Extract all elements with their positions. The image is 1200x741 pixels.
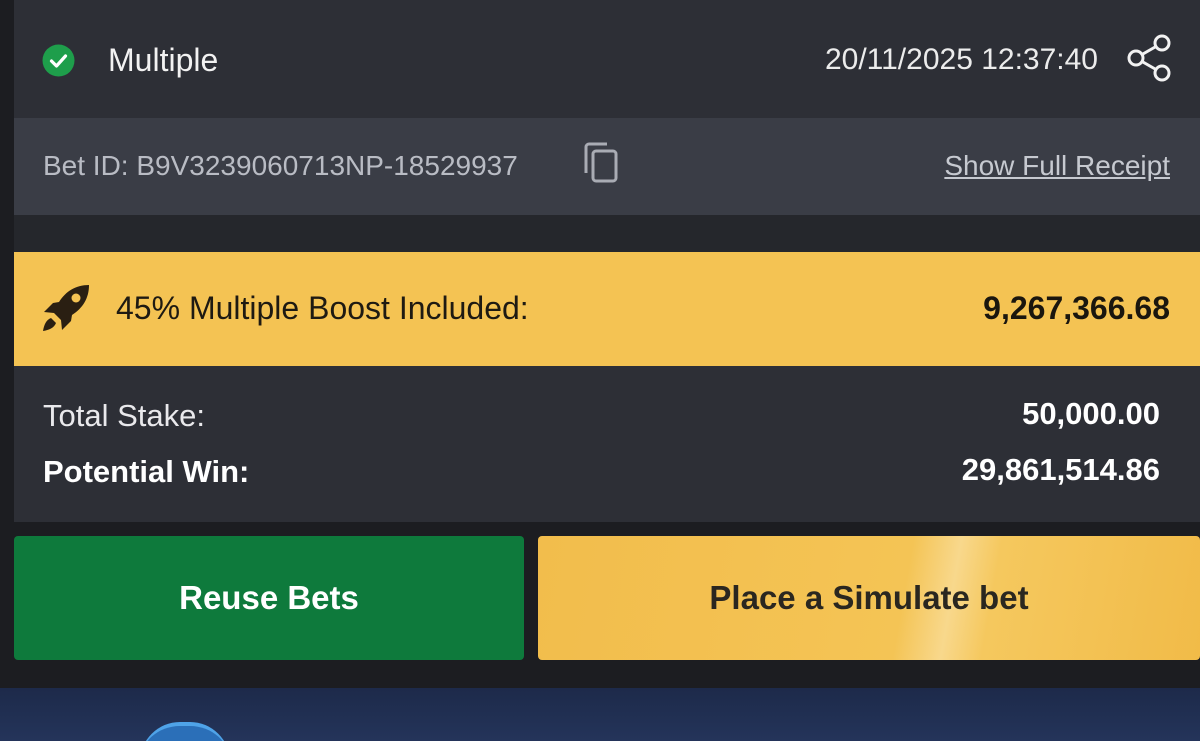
bet-datetime: 20/11/2025 12:37:40 xyxy=(824,43,1098,76)
copy-icon[interactable] xyxy=(581,141,621,185)
potential-win-value: 29,861,514.86 xyxy=(961,452,1160,487)
bet-header: Multiple 20/11/2025 12:37:40 xyxy=(14,0,1200,118)
boost-value: 9,267,366.68 xyxy=(983,290,1170,326)
rocket-icon xyxy=(43,285,89,331)
total-stake-label: Total Stake: xyxy=(43,398,205,433)
total-stake-value: 50,000.00 xyxy=(1022,396,1160,431)
show-full-receipt-link[interactable]: Show Full Receipt xyxy=(944,146,1170,186)
check-circle-icon xyxy=(42,44,75,77)
promo-banner-image xyxy=(0,688,1200,741)
reuse-bets-button[interactable]: Reuse Bets xyxy=(14,536,524,660)
bet-id-text: Bet ID: B9V3239060713NP-18529937 xyxy=(43,150,518,181)
multiple-boost-banner: 45% Multiple Boost Included: 9,267,366.6… xyxy=(14,252,1200,366)
share-icon[interactable] xyxy=(1126,33,1174,83)
place-simulate-bet-button[interactable]: Place a Simulate bet xyxy=(538,536,1200,660)
bet-summary: Total Stake: 50,000.00 Potential Win: 29… xyxy=(14,366,1200,522)
bet-receipt-page: Multiple 20/11/2025 12:37:40 Bet ID: B9V… xyxy=(0,0,1200,741)
divider-band xyxy=(14,215,1200,252)
banner-graphic xyxy=(140,722,230,741)
bet-type-label: Multiple xyxy=(108,42,219,78)
boost-label: 45% Multiple Boost Included: xyxy=(116,290,529,326)
potential-win-label: Potential Win: xyxy=(43,454,250,489)
bet-id-bar: Bet ID: B9V3239060713NP-18529937 Show Fu… xyxy=(14,118,1200,215)
bet-card: Multiple 20/11/2025 12:37:40 Bet ID: B9V… xyxy=(14,0,1200,522)
